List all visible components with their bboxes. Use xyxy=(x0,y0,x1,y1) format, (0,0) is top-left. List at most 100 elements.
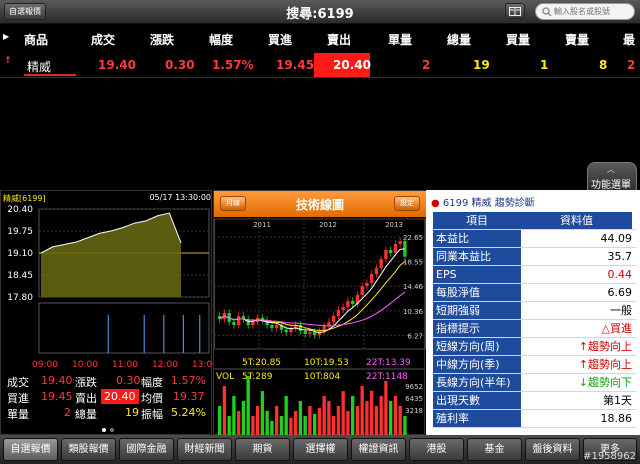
col-header[interactable]: 成交 xyxy=(91,31,115,48)
vol-label: VOL xyxy=(216,372,234,382)
header-value: 資料值 xyxy=(521,212,632,229)
col-header[interactable]: 單量 xyxy=(388,31,412,48)
watchlist-back-button[interactable]: 自選報價 xyxy=(4,3,46,20)
vol22-label: 22T:1148 xyxy=(366,372,408,382)
info-value: 2 xyxy=(64,406,71,419)
bottom-tab-bar: 自選報價 類股報價 國際金融 財經新聞 期貨 選擇權 權證資訊 港股 基金 盤後資料 更多 xyxy=(0,435,640,464)
year-label: 2011 xyxy=(253,221,271,229)
table-row: 同業本益比 35.7 xyxy=(433,248,636,266)
diagnosis-table: 項目 資料值 本益比 44.09 同業本益比 35.7 EPS 0.44 每股淨值 6.69 短… xyxy=(433,212,636,428)
row-value: 第1天 xyxy=(603,394,632,407)
watermark: #1958962 xyxy=(583,451,636,462)
volume-bar xyxy=(322,396,326,436)
tab-item[interactable]: 期貨 xyxy=(235,438,290,461)
volume-bar xyxy=(237,411,241,436)
volume-bar xyxy=(351,396,355,436)
info-value: 0.30 xyxy=(116,374,141,387)
row-value: ↑趨勢向上 xyxy=(578,358,632,371)
volume-bar xyxy=(270,421,274,436)
table-row: 長線方向(半年) ↓趨勢向下 xyxy=(433,374,636,392)
technical-chart-panel[interactable]: 月線 技術線圖 設定 2011 2012 2013 22.65 18.55 14.46 10… xyxy=(213,190,426,436)
col-header[interactable]: 幅度 xyxy=(209,31,233,48)
tab-item[interactable]: 選擇權 xyxy=(293,438,348,461)
info-label: 幅度 xyxy=(141,376,163,389)
col-header[interactable]: 賣出 xyxy=(327,31,351,48)
volume-bar xyxy=(374,406,379,436)
candle-body xyxy=(365,283,369,286)
function-menu-button[interactable]: ︿ 功能選單 xyxy=(587,162,637,191)
volume-bar xyxy=(294,411,298,436)
settings-button[interactable]: 設定 xyxy=(394,196,420,211)
quote-row[interactable]: ↑ 精威 19.40 0.30 1.57% 19.45 20.40 2 19 1… xyxy=(0,52,640,78)
info-label: 單量 xyxy=(7,408,29,421)
layout-toggle-button[interactable] xyxy=(505,3,525,19)
volume-bar xyxy=(332,416,336,436)
last-value: 2 xyxy=(627,58,636,72)
tab-item[interactable]: 基金 xyxy=(467,438,522,461)
x-tick-label: 11:00 xyxy=(112,360,138,370)
table-row: 短線方向(周) ↑趨勢向上 xyxy=(433,338,636,356)
candle-body xyxy=(389,250,393,253)
info-value: 5.24% xyxy=(171,406,206,419)
col-header[interactable]: 總量 xyxy=(447,31,471,48)
candle-body xyxy=(360,286,364,295)
bullet-icon: ● xyxy=(431,198,440,209)
search-input[interactable] xyxy=(554,5,632,18)
x-tick-label: 13:00 xyxy=(192,360,213,370)
price-tick-label: 14.46 xyxy=(403,283,424,291)
bid-volume-value: 1 xyxy=(540,58,549,72)
candlestick-chart: 2011 2012 201322.65 18.55 14.46 10.36 6.27 5T:2… xyxy=(214,218,426,436)
table-row: EPS 0.44 xyxy=(433,266,636,284)
intraday-panel[interactable]: 精威[6199] 05/17 13:30:00 20.40 19.75 19.10 1… xyxy=(0,190,213,435)
volume-bar xyxy=(360,386,364,436)
tab-item[interactable]: 財經新聞 xyxy=(177,438,232,461)
col-header[interactable]: 買量 xyxy=(506,31,530,48)
tab-item[interactable]: 港股 xyxy=(409,438,464,461)
price-tick-label: 10.36 xyxy=(403,308,424,316)
row-label: 同業本益比 xyxy=(433,248,521,265)
candle-body xyxy=(308,332,312,334)
col-header[interactable]: 商品 xyxy=(24,31,48,48)
row-label: 短線方向(周) xyxy=(433,338,521,355)
tab-item[interactable]: 國際金融 xyxy=(119,438,174,461)
volume-bar xyxy=(327,401,331,436)
row-label: EPS xyxy=(433,266,521,283)
ma10-label: 10T:19.53 xyxy=(304,358,349,368)
volume-bar xyxy=(403,416,407,436)
vol-tick-label: 9652 xyxy=(405,383,423,391)
candle-body xyxy=(393,244,398,253)
vol-tick-label: 6435 xyxy=(405,395,423,403)
volume-bar xyxy=(260,391,265,436)
table-row: 指標提示 △買進 xyxy=(433,320,636,338)
expand-icon[interactable]: ▶ xyxy=(3,32,9,41)
year-label: 2013 xyxy=(385,221,403,229)
candle-body xyxy=(232,322,236,325)
volume-bar xyxy=(222,386,227,436)
row-value: 18.86 xyxy=(600,412,633,425)
ask-volume-value: 8 xyxy=(599,58,608,72)
volume-bar xyxy=(289,418,293,436)
volume-bar xyxy=(370,391,374,436)
volume-bar xyxy=(303,416,307,436)
tab-item[interactable]: 自選報價 xyxy=(3,438,58,461)
col-header[interactable]: 買進 xyxy=(268,31,292,48)
table-row: 中線方向(季) ↑趨勢向上 xyxy=(433,356,636,374)
col-header[interactable]: 漲跌 xyxy=(150,31,174,48)
col-header[interactable]: 最 xyxy=(623,31,635,48)
ask-value: 20.40 xyxy=(333,58,371,72)
col-header[interactable]: 賣量 xyxy=(565,31,589,48)
volume-bar xyxy=(341,391,345,436)
page-indicator[interactable] xyxy=(100,427,116,433)
volume-bar xyxy=(393,396,398,436)
row-value: 44.09 xyxy=(600,232,633,245)
volume-bar xyxy=(379,396,383,436)
candle-body xyxy=(379,259,383,268)
info-label: 成交 xyxy=(7,376,29,389)
y-tick-label: 19.75 xyxy=(7,227,33,237)
candle-body xyxy=(351,301,355,304)
tab-item[interactable]: 盤後資料 xyxy=(525,438,580,461)
ma5-label: 5T:20.85 xyxy=(242,358,281,368)
tab-item[interactable]: 類股報價 xyxy=(61,438,116,461)
name-underline xyxy=(24,74,76,76)
tab-item[interactable]: 權證資訊 xyxy=(351,438,406,461)
